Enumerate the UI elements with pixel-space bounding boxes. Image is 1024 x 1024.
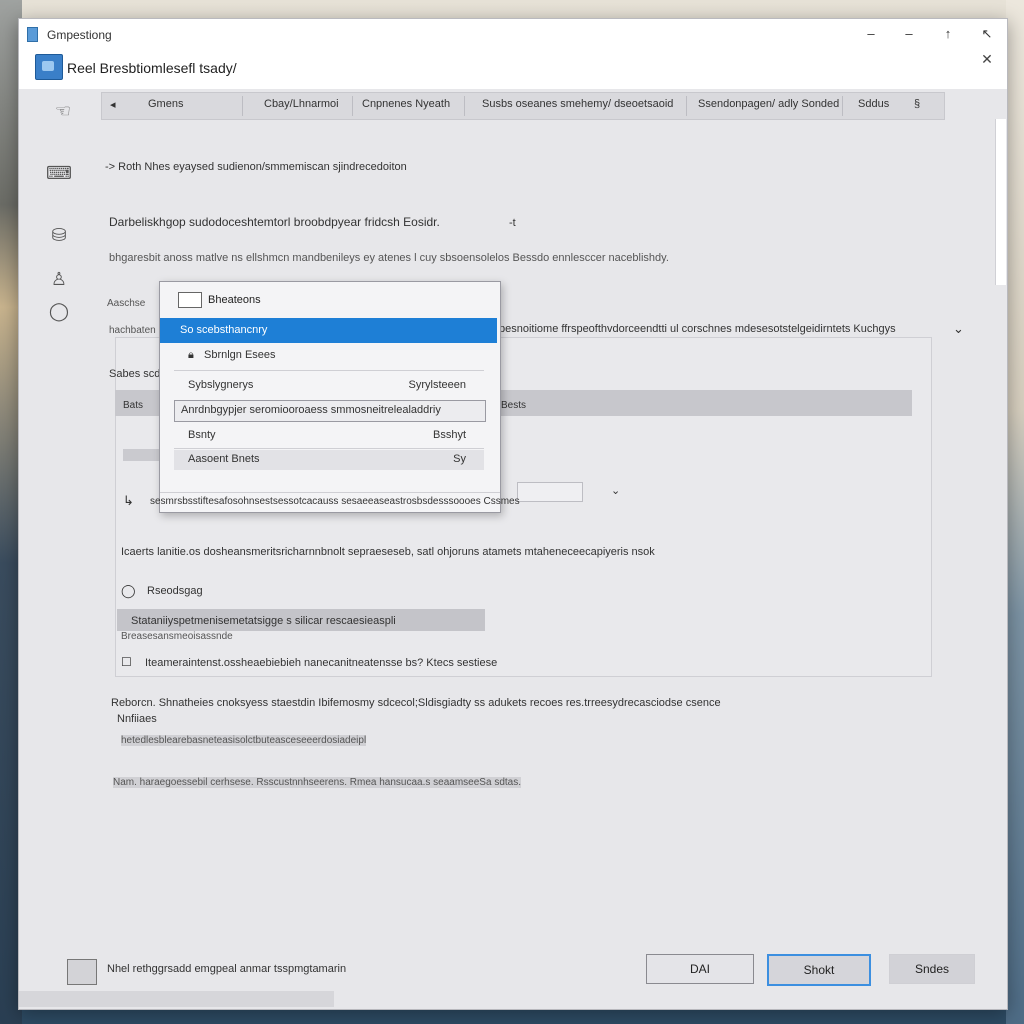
footer-text: Nhel rethggrsadd emgpeal anmar tsspmgtam… bbox=[107, 963, 347, 975]
label-left-2: hachbaten bbox=[109, 325, 156, 336]
blurred-line-2: Nam. haraegoessebil cerhsese. Rsscustnnh… bbox=[113, 777, 521, 788]
description-line: bhgaresbit anoss matlve ns ellshmcn mand… bbox=[109, 252, 669, 264]
person-icon[interactable]: ♙ bbox=[45, 265, 73, 293]
tab-category[interactable]: Cbay/Lhnarmoi bbox=[264, 98, 339, 110]
row-right-label: Bests bbox=[501, 400, 527, 411]
dropdown-scrollbar[interactable] bbox=[488, 372, 496, 512]
arrow-icon[interactable]: ⌄ bbox=[611, 484, 620, 497]
tab-icon: ◂ bbox=[110, 99, 116, 111]
close-button[interactable]: ↖ bbox=[973, 24, 1001, 44]
dialog-icon bbox=[35, 54, 63, 80]
tab-overflow-icon[interactable]: § bbox=[914, 98, 920, 110]
shield-icon[interactable]: ◯ bbox=[45, 297, 73, 325]
row-left: Bsnty bbox=[188, 429, 216, 441]
tab-general[interactable]: Gmens bbox=[148, 98, 183, 110]
chevron-down-icon[interactable]: ⌄ bbox=[953, 321, 964, 337]
paragraph-2: Nnfiiaes bbox=[117, 713, 157, 725]
long-description-right: pesnoitiome ffrspeofthvdorceendtti ul co… bbox=[499, 323, 896, 335]
tab-subs[interactable]: Susbs oseanes smehemy/ dseoetsaoid bbox=[482, 98, 673, 110]
status-bar bbox=[19, 991, 334, 1007]
radio-icon[interactable]: ◯ bbox=[121, 583, 136, 599]
dropdown-item-selected[interactable]: So scebsthancnry bbox=[160, 318, 497, 343]
dismiss-icon[interactable]: ✕ bbox=[975, 51, 999, 71]
tab-sddus[interactable]: Sddus bbox=[858, 98, 889, 110]
selected-option-label: Stataniiyspetmenisemetatsigge s silicar … bbox=[131, 615, 396, 627]
bullet-line: Icaerts lanitie.os dosheansmeritsricharn… bbox=[121, 546, 655, 558]
dropdown-row-2[interactable]: Anrdnbgypjer seromiooroaess smmosneitrel… bbox=[174, 400, 486, 422]
row-right: Bsshyt bbox=[432, 429, 466, 441]
printer-icon bbox=[67, 959, 97, 985]
tab-sender[interactable]: Ssendonpagen/ adly Sonded bbox=[698, 98, 839, 110]
dropdown-row-4[interactable]: Aasoent Bnets Sy bbox=[174, 450, 484, 470]
restore-button[interactable]: – bbox=[895, 24, 923, 44]
tab-components[interactable]: Cnpnenes Nyeath bbox=[362, 98, 450, 110]
placeholder-bar bbox=[123, 449, 163, 461]
dropdown-row-1[interactable]: Sybslygnerys Syrylsteeen bbox=[174, 376, 484, 396]
dropdown-footer: sesmrsbsstiftesafosohnsestsessotcacauss … bbox=[150, 492, 520, 511]
paragraph-1: Reborcn. Shnatheies cnoksyess staestdin … bbox=[111, 697, 721, 709]
checkbox-icon[interactable]: ☐ bbox=[121, 655, 132, 669]
row-left-label: Bats bbox=[123, 400, 144, 411]
dropdown-footer-text: sesmrsbsstiftesafosohnsestsessotcacauss … bbox=[150, 496, 520, 507]
primary-button[interactable]: Shokt bbox=[767, 954, 871, 986]
app-icon bbox=[27, 27, 38, 42]
dropdown-title: Bheateons bbox=[208, 294, 261, 306]
lock-icon: 🔒︎ bbox=[188, 349, 194, 361]
dropdown-selected-label: So scebsthancnry bbox=[180, 324, 268, 336]
vertical-scrollbar[interactable] bbox=[995, 119, 1006, 285]
dialog-subtitle: Reel Bresbtiomlesefl tsady/ bbox=[67, 60, 237, 76]
dropdown-item[interactable]: 🔒︎ Sbrnlgn Esees bbox=[174, 346, 484, 366]
dropdown-item-label: Sbrnlgn Esees bbox=[204, 349, 276, 361]
checkbox-label[interactable]: Iteameraintenst.ossheaebiebieh nanecanit… bbox=[145, 657, 497, 669]
row-right: Syrylsteeen bbox=[408, 379, 466, 391]
ok-button[interactable]: DAI bbox=[646, 954, 754, 984]
desktop-background-right bbox=[1006, 0, 1024, 1024]
tab-strip: ◂ Gmens Cbay/Lhnarmoi Cnpnenes Nyeath Su… bbox=[101, 92, 945, 120]
breadcrumb: -> Roth Nhes eyaysed sudienon/smmemiscan… bbox=[105, 161, 407, 173]
row-left: Aasoent Bnets bbox=[188, 453, 260, 465]
title-bar: Gmpestiong Reel Bresbtiomlesefl tsady/ –… bbox=[19, 19, 1007, 89]
maximize-button[interactable]: ↑ bbox=[934, 24, 962, 44]
dropdown-menu: Bheateons So scebsthancnry 🔒︎ Sbrnlgn Es… bbox=[150, 281, 520, 513]
blurred-line-1: hetedlesblearebasneteasisolctbuteascesee… bbox=[121, 735, 367, 746]
window-title: Gmpestiong bbox=[47, 28, 112, 42]
row-full: Anrdnbgypjer seromiooroaess smmosneitrel… bbox=[181, 404, 441, 416]
row-right: Sy bbox=[453, 453, 466, 465]
radio-label[interactable]: Rseodsgag bbox=[147, 585, 203, 597]
dropdown-header: Bheateons bbox=[160, 282, 500, 316]
minimize-button[interactable]: – bbox=[857, 24, 885, 44]
window-icon bbox=[178, 292, 202, 308]
value-input[interactable] bbox=[517, 482, 583, 502]
cancel-button[interactable]: Sndes bbox=[889, 954, 975, 984]
section-label: Sabes scd bbox=[109, 368, 161, 380]
sub-caption: Breasesansmeoisassnde bbox=[121, 631, 233, 642]
disk-icon[interactable]: ⛁ bbox=[45, 221, 73, 249]
gesture-icon[interactable]: ☜ bbox=[49, 97, 77, 125]
link-icon: ↳ bbox=[123, 493, 134, 508]
heading-marker: -t bbox=[509, 217, 516, 229]
section-heading: Darbeliskhgop sudodoceshtemtorl broobdpy… bbox=[109, 215, 440, 229]
row-left: Sybslygnerys bbox=[188, 379, 254, 391]
dialog-window: Gmpestiong Reel Bresbtiomlesefl tsady/ –… bbox=[18, 18, 1008, 1010]
label-left-1: Aaschse bbox=[107, 298, 146, 309]
device-icon[interactable]: ⌨ bbox=[45, 159, 73, 187]
dropdown-row-3[interactable]: Bsnty Bsshyt bbox=[174, 426, 484, 446]
